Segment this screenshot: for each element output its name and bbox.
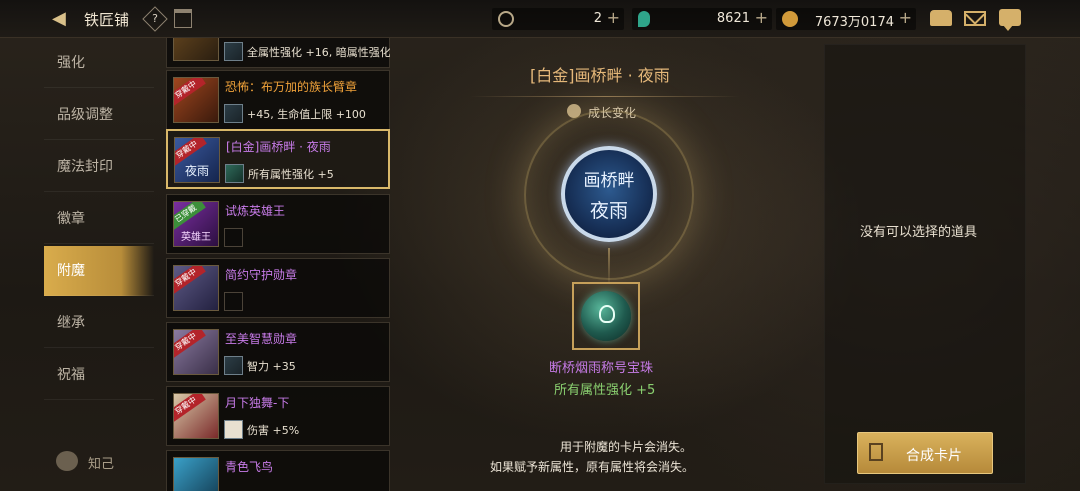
- list-item[interactable]: 穿戴中 月下独舞-下 伤害 +5%: [166, 386, 390, 446]
- title-orb-slot[interactable]: [572, 282, 640, 350]
- back-button[interactable]: ◀: [52, 8, 74, 30]
- card-slot: [224, 420, 243, 439]
- list-item[interactable]: 已穿戴 英雄王 试炼英雄王: [166, 194, 390, 254]
- gem-add-button[interactable]: +: [755, 8, 768, 27]
- item-attribute: 所有属性强化 +5: [248, 168, 334, 181]
- item-attribute: 伤害 +5%: [247, 424, 300, 437]
- cera-coin-icon: [498, 11, 514, 27]
- menu-item-emblem[interactable]: 徽章: [44, 194, 154, 244]
- list-item[interactable]: 穿戴中 恐怖：布万加的族长臂章 +45, 生命值上限 +100: [166, 70, 390, 130]
- item-thumbnail: 穿戴中: [173, 265, 219, 311]
- item-attribute: 全属性强化 +16, 暗属性强化: [247, 46, 390, 59]
- item-attribute: 智力 +35: [247, 360, 296, 373]
- list-item[interactable]: 穿戴中 简约守护勋章: [166, 258, 390, 318]
- item-thumbnail: 穿戴中: [173, 393, 219, 439]
- card-slot: [224, 104, 243, 123]
- item-thumbnail: 穿戴中: [173, 77, 219, 123]
- card-slot-empty: [224, 228, 243, 247]
- item-name: 恐怖：布万加的族长臂章: [225, 80, 358, 94]
- treasure-chest-icon[interactable]: [930, 10, 952, 26]
- green-gem-icon: [638, 11, 650, 27]
- card-stack-icon: [869, 443, 883, 461]
- emblem-connector: [608, 248, 610, 282]
- orb-name: 断桥烟雨称号宝珠: [549, 361, 654, 376]
- title-divider: [470, 96, 740, 97]
- pet-companion-icon[interactable]: [56, 451, 78, 471]
- calendar-icon[interactable]: [174, 9, 192, 28]
- gold-add-button[interactable]: +: [899, 8, 912, 27]
- item-name: 试炼英雄王: [225, 204, 286, 218]
- selected-card-title: [白金]画桥畔 · 夜雨: [530, 66, 670, 85]
- cera-currency: 2 +: [492, 8, 624, 30]
- item-thumbnail: [173, 457, 219, 491]
- title-orb-icon: [581, 291, 631, 341]
- gem-value: 8621: [716, 11, 750, 26]
- gold-value: 7673万0174: [814, 15, 894, 30]
- item-name: [白金]画桥畔 · 夜雨: [226, 140, 331, 154]
- companion-label[interactable]: 知己: [88, 453, 114, 472]
- list-item[interactable]: 全属性强化 +16, 暗属性强化: [166, 38, 390, 68]
- mail-icon[interactable]: [964, 11, 986, 26]
- enchant-note-line2: 如果赋予新属性，原有属性将会消失。: [490, 460, 695, 474]
- enchant-card-emblem: 画桥畔 夜雨: [561, 146, 657, 242]
- list-item[interactable]: 穿戴中 至美智慧勋章 智力 +35: [166, 322, 390, 382]
- menu-item-blessing[interactable]: 祝福: [44, 350, 154, 400]
- empty-material-text: 没有可以选择的道具: [860, 225, 978, 240]
- list-item-selected[interactable]: 穿戴中 夜雨 [白金]画桥畔 · 夜雨 所有属性强化 +5: [166, 129, 390, 189]
- smithy-menu: 强化 品级调整 魔法封印 徽章 附魔 继承 祝福: [44, 38, 154, 491]
- item-name: 简约守护勋章: [225, 268, 298, 282]
- enchant-note-line1: 用于附魔的卡片会消失。: [560, 440, 693, 454]
- menu-item-enchant[interactable]: 附魔: [44, 246, 154, 296]
- item-attribute: +45, 生命值上限 +100: [247, 108, 366, 121]
- menu-item-grade-adjust[interactable]: 品级调整: [44, 90, 154, 140]
- item-thumbnail: 穿戴中: [173, 329, 219, 375]
- synthesize-card-button[interactable]: 合成卡片: [857, 432, 993, 474]
- gold-currency: 7673万0174 +: [776, 8, 916, 30]
- item-thumbnail: 已穿戴 英雄王: [173, 201, 219, 247]
- chat-icon[interactable]: [999, 9, 1021, 31]
- cera-value: 2: [593, 11, 602, 26]
- top-bar: ◀ 铁匠铺 ? 2 + 8621 + 7673万0174 +: [0, 0, 1080, 38]
- item-thumbnail: [173, 38, 219, 61]
- item-thumbnail: 穿戴中 夜雨: [174, 137, 220, 183]
- item-name: 青色飞鸟: [225, 460, 274, 474]
- item-name: 至美智慧勋章: [225, 332, 298, 346]
- menu-item-magic-seal[interactable]: 魔法封印: [44, 142, 154, 192]
- page-title: 铁匠铺: [84, 11, 130, 29]
- cera-add-button[interactable]: +: [607, 8, 620, 27]
- card-slot: [224, 356, 243, 375]
- list-item[interactable]: 青色飞鸟: [166, 450, 390, 491]
- enchant-card-list[interactable]: 全属性强化 +16, 暗属性强化 穿戴中 恐怖：布万加的族长臂章 +45, 生命…: [166, 38, 390, 491]
- card-slot-empty: [224, 292, 243, 311]
- help-icon[interactable]: ?: [142, 6, 168, 32]
- gem-currency: 8621 +: [632, 8, 772, 30]
- orb-attribute: 所有属性强化 +5: [554, 383, 656, 398]
- item-name: 月下独舞-下: [225, 396, 290, 410]
- menu-item-inherit[interactable]: 继承: [44, 298, 154, 348]
- synthesize-card-label: 合成卡片: [906, 448, 962, 464]
- material-panel: [824, 44, 1026, 484]
- card-slot: [224, 42, 243, 61]
- menu-item-enhance[interactable]: 强化: [44, 38, 154, 88]
- card-slot: [225, 164, 244, 183]
- gold-coin-icon: [782, 11, 798, 27]
